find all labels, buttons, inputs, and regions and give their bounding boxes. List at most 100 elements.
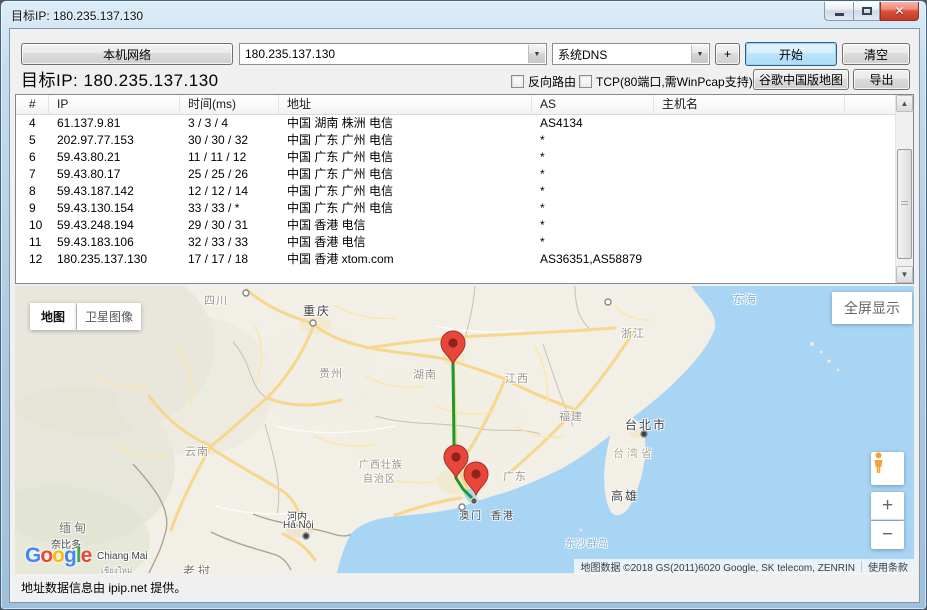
dns-combobox[interactable]: 系统DNS ▼ xyxy=(552,43,710,65)
google-cn-map-button[interactable]: 谷歌中国版地图 xyxy=(753,69,849,90)
table-row[interactable]: 759.43.80.1725 / 25 / 26中国 广东 广州 电信* xyxy=(16,166,913,183)
fullscreen-button[interactable]: 全屏显示 xyxy=(832,292,912,324)
google-logo-letter: G xyxy=(25,544,40,567)
table-cell-hostname xyxy=(654,132,845,149)
target-ip-value: 180.235.137.130 xyxy=(245,47,335,61)
reverse-route-checkbox[interactable]: 反向路由 xyxy=(511,73,576,90)
table-cell-location: 中国 广东 广州 电信 xyxy=(279,183,532,200)
zoom-in-button[interactable]: + xyxy=(871,492,904,520)
close-button[interactable]: ✕ xyxy=(880,2,919,21)
table-cell-time: 33 / 33 / * xyxy=(180,200,279,217)
vertical-scrollbar[interactable]: ▲ ▼ xyxy=(895,95,913,283)
table-cell-ip: 59.43.80.21 xyxy=(49,149,180,166)
table-cell-time: 12 / 12 / 14 xyxy=(180,183,279,200)
export-button[interactable]: 导出 xyxy=(853,69,910,90)
maximize-button[interactable] xyxy=(853,2,880,21)
table-cell-location: 中国 广东 广州 电信 xyxy=(279,149,532,166)
chevron-down-icon[interactable]: ▼ xyxy=(691,45,708,63)
table-row[interactable]: 5202.97.77.15330 / 30 / 32中国 广东 广州 电信* xyxy=(16,132,913,149)
close-icon: ✕ xyxy=(894,5,904,17)
table-cell-hop: 5 xyxy=(16,132,49,149)
column-header[interactable]: 主机名 xyxy=(654,95,845,114)
terms-link[interactable]: 使用条款 xyxy=(862,559,914,574)
column-header[interactable]: AS xyxy=(532,95,654,114)
dns-value: 系统DNS xyxy=(558,46,607,63)
titlebar[interactable]: 目标IP: 180.235.137.130 ✕ xyxy=(1,1,926,28)
column-header[interactable]: 时间(ms) xyxy=(180,95,279,114)
tcp-checkbox[interactable]: TCP(80端口,需WinPcap支持) xyxy=(579,73,753,90)
table-row[interactable]: 461.137.9.813 / 3 / 4中国 湖南 株洲 电信AS4134 xyxy=(16,115,913,132)
table-cell-hostname xyxy=(654,183,845,200)
google-logo-letter: o xyxy=(40,544,52,567)
table-cell-hop: 4 xyxy=(16,115,49,132)
table-cell-hop: 12 xyxy=(16,251,49,268)
maximize-icon xyxy=(862,7,872,15)
target-ip-combobox[interactable]: 180.235.137.130 ▼ xyxy=(239,43,547,65)
table-cell-location: 中国 湖南 株洲 电信 xyxy=(279,115,532,132)
table-cell-hop: 11 xyxy=(16,234,49,251)
table-row[interactable]: 659.43.80.2111 / 11 / 12中国 广东 广州 电信* xyxy=(16,149,913,166)
window-content: 本机网络 180.235.137.130 ▼ 系统DNS ▼ + 开始 清空 目… xyxy=(9,28,920,603)
table-cell-ip: 59.43.80.17 xyxy=(49,166,180,183)
pegman-icon xyxy=(871,452,886,474)
table-cell-as: AS36351,AS58879 xyxy=(532,251,654,268)
table-cell-time: 29 / 30 / 31 xyxy=(180,217,279,234)
reverse-route-label: 反向路由 xyxy=(528,73,576,90)
start-button[interactable]: 开始 xyxy=(745,42,837,66)
table-row[interactable]: 859.43.187.14212 / 12 / 14中国 广东 广州 电信* xyxy=(16,183,913,200)
add-target-button[interactable]: + xyxy=(715,43,740,65)
zoom-out-button[interactable]: − xyxy=(871,521,904,549)
table-cell-ip: 202.97.77.153 xyxy=(49,132,180,149)
table-row[interactable]: 959.43.130.15433 / 33 / *中国 广东 广州 电信* xyxy=(16,200,913,217)
column-header[interactable]: 地址 xyxy=(279,95,532,114)
pegman-button[interactable] xyxy=(871,452,904,485)
hops-table: #IP时间(ms)地址AS主机名 461.137.9.813 / 3 / 4中国… xyxy=(15,94,914,284)
scroll-down-icon[interactable]: ▼ xyxy=(896,266,913,283)
table-cell-hostname xyxy=(654,200,845,217)
table-cell-as: * xyxy=(532,149,654,166)
map-type-map-button[interactable]: 地图 xyxy=(30,303,76,330)
table-cell-as: * xyxy=(532,132,654,149)
google-logo-letter: o xyxy=(52,544,64,567)
checkbox-icon[interactable] xyxy=(511,75,524,88)
table-row[interactable]: 12180.235.137.13017 / 17 / 18中国 香港 xtom.… xyxy=(16,251,913,268)
table-cell-location: 中国 广东 广州 电信 xyxy=(279,132,532,149)
google-logo-letter: g xyxy=(64,544,76,567)
checkbox-icon[interactable] xyxy=(579,75,592,88)
table-cell-time: 17 / 17 / 18 xyxy=(180,251,279,268)
table-cell-as: * xyxy=(532,200,654,217)
status-text: 地址数据信息由 ipip.net 提供。 xyxy=(21,579,186,596)
route-map[interactable]: 四川重庆贵州湖南江西浙江福建云南广西壮族自治区广东东海台北市台湾省高雄东沙群岛澳… xyxy=(15,286,914,574)
table-cell-location: 中国 香港 电信 xyxy=(279,217,532,234)
table-cell-time: 3 / 3 / 4 xyxy=(180,115,279,132)
table-cell-ip: 180.235.137.130 xyxy=(49,251,180,268)
table-cell-hostname xyxy=(654,234,845,251)
chevron-down-icon[interactable]: ▼ xyxy=(528,45,545,63)
scrollbar-thumb[interactable] xyxy=(897,149,912,259)
table-cell-as: * xyxy=(532,217,654,234)
table-cell-hop: 9 xyxy=(16,200,49,217)
local-network-button[interactable]: 本机网络 xyxy=(21,43,233,65)
window-title: 目标IP: 180.235.137.130 xyxy=(11,7,143,24)
map-canvas xyxy=(15,286,914,574)
scroll-up-icon[interactable]: ▲ xyxy=(896,95,913,112)
table-cell-hop: 7 xyxy=(16,166,49,183)
table-cell-hostname xyxy=(654,149,845,166)
table-header: #IP时间(ms)地址AS主机名 xyxy=(16,95,913,115)
table-cell-hop: 10 xyxy=(16,217,49,234)
minimize-button[interactable] xyxy=(824,2,853,21)
table-cell-location: 中国 香港 电信 xyxy=(279,234,532,251)
table-row[interactable]: 1159.43.183.10632 / 33 / 33中国 香港 电信* xyxy=(16,234,913,251)
table-row[interactable]: 1059.43.248.19429 / 30 / 31中国 香港 电信* xyxy=(16,217,913,234)
table-cell-hop: 8 xyxy=(16,183,49,200)
column-header[interactable]: IP xyxy=(49,95,180,114)
map-attribution-bar: 地图数据 ©2018 GS(2011)6020 Google, SK telec… xyxy=(574,559,914,574)
column-header[interactable]: # xyxy=(16,95,49,114)
google-logo[interactable]: Google xyxy=(25,544,91,568)
clear-button[interactable]: 清空 xyxy=(842,43,910,65)
map-type-satellite-button[interactable]: 卫星图像 xyxy=(77,303,141,330)
table-cell-as: * xyxy=(532,183,654,200)
table-cell-time: 30 / 30 / 32 xyxy=(180,132,279,149)
table-cell-ip: 61.137.9.81 xyxy=(49,115,180,132)
google-logo-letter: e xyxy=(81,544,92,567)
